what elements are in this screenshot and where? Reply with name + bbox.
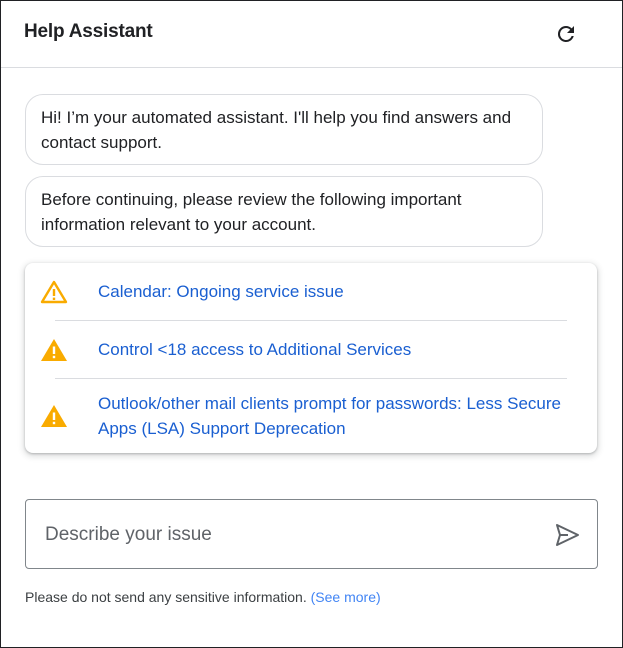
alert-link[interactable]: Outlook/other mail clients prompt for pa… xyxy=(98,391,568,441)
warning-filled-icon xyxy=(41,405,67,427)
alert-link[interactable]: Control <18 access to Additional Service… xyxy=(98,337,568,362)
warning-outline-icon xyxy=(40,280,68,304)
send-button[interactable] xyxy=(552,520,582,550)
alert-link[interactable]: Calendar: Ongoing service issue xyxy=(98,279,568,304)
warning-filled-icon xyxy=(41,339,67,361)
divider xyxy=(55,320,567,321)
send-icon xyxy=(556,524,579,546)
refresh-icon xyxy=(557,25,574,42)
alerts-card: Calendar: Ongoing service issue Control … xyxy=(25,263,597,453)
assistant-message: Before continuing, please review the fol… xyxy=(25,176,543,247)
assistant-message: Hi! I’m your automated assistant. I'll h… xyxy=(25,94,543,165)
footer-text: Please do not send any sensitive informa… xyxy=(25,589,307,605)
header: Help Assistant xyxy=(1,1,622,68)
alert-item[interactable]: Control <18 access to Additional Service… xyxy=(25,335,597,365)
footer-notice: Please do not send any sensitive informa… xyxy=(25,589,381,605)
alert-item[interactable]: Outlook/other mail clients prompt for pa… xyxy=(25,391,597,443)
alert-item[interactable]: Calendar: Ongoing service issue xyxy=(25,277,597,307)
issue-input-box xyxy=(25,499,598,569)
issue-input[interactable] xyxy=(45,520,525,550)
divider xyxy=(55,378,567,379)
help-assistant-panel: Help Assistant Hi! I’m your automated as… xyxy=(0,0,623,648)
see-more-link[interactable]: (See more) xyxy=(311,589,381,605)
refresh-button[interactable] xyxy=(552,20,580,48)
header-title: Help Assistant xyxy=(24,21,153,42)
